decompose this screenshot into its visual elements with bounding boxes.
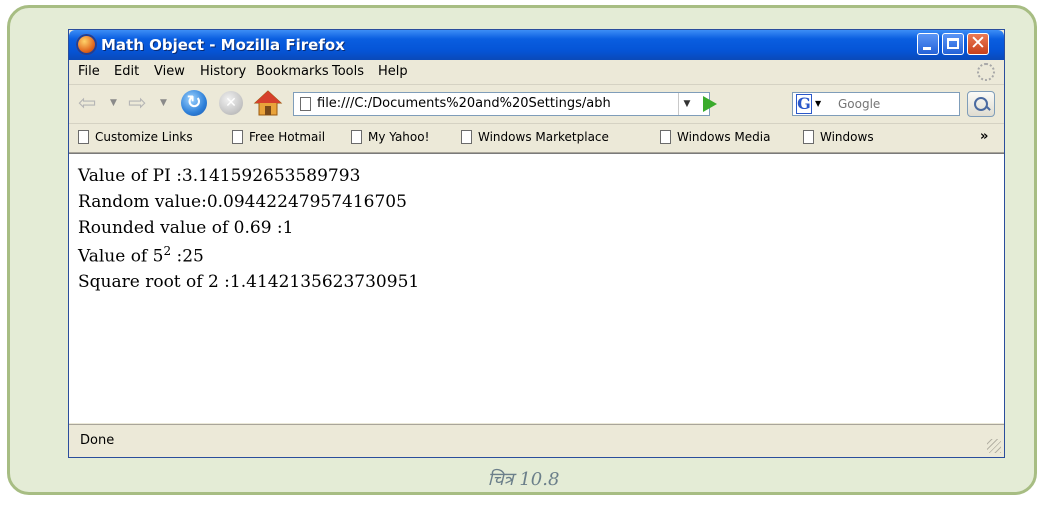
figure-caption: चित्र 10.8 <box>487 469 560 490</box>
menu-tools[interactable]: Tools <box>332 64 364 79</box>
firefox-icon <box>76 34 97 55</box>
url-text[interactable]: file:///C:/Documents%20and%20Settings/ab… <box>317 96 672 111</box>
back-arrow-icon[interactable]: ⇦ <box>78 93 96 115</box>
activity-throbber-icon <box>977 63 995 81</box>
page-icon <box>351 130 362 144</box>
bookmark-label: My Yahoo! <box>368 130 430 144</box>
random-label: Random value: <box>78 192 207 212</box>
bookmark-label: Customize Links <box>95 130 193 144</box>
bookmark-label: Windows Marketplace <box>478 130 609 144</box>
page-icon <box>803 130 814 144</box>
home-icon[interactable] <box>253 89 283 117</box>
sqrt-value: 1.4142135623730951 <box>229 272 420 292</box>
menu-bookmarks[interactable]: Bookmarks <box>256 64 329 79</box>
pi-line: Value of PI :3.141592653589793 <box>78 166 360 186</box>
sqrt-label: Square root of 2 : <box>78 272 230 292</box>
page-icon <box>232 130 243 144</box>
bookmarks-toolbar: Customize Links Free Hotmail My Yahoo! W… <box>69 124 1004 153</box>
bookmark-label: Windows <box>820 130 874 144</box>
rounded-label: Rounded value of 0.69 : <box>78 218 283 238</box>
random-value: 0.09442247957416705 <box>206 192 407 212</box>
bookmarks-overflow-chevron-icon[interactable]: » <box>980 129 988 144</box>
rounded-line: Rounded value of 0.69 :1 <box>78 218 294 238</box>
pi-label: Value of PI : <box>78 166 182 186</box>
power-line: Value of 52 :25 <box>78 244 204 267</box>
close-icon: ✕ <box>970 32 986 54</box>
power-value: :25 <box>171 246 204 267</box>
window-title: Math Object - Mozilla Firefox <box>101 36 345 54</box>
page-content: Value of PI :3.141592653589793 Random va… <box>69 153 1004 423</box>
search-input[interactable] <box>832 92 960 116</box>
menu-bar: File Edit View History Bookmarks Tools H… <box>69 60 1004 85</box>
minimize-button[interactable] <box>917 33 939 55</box>
bookmark-label: Windows Media <box>677 130 771 144</box>
resize-grip-icon[interactable] <box>987 439 1001 453</box>
search-engine-selector[interactable]: G ▼ <box>792 92 833 116</box>
browser-window: Math Object - Mozilla Firefox ✕ File Edi… <box>68 29 1005 458</box>
search-icon-handle <box>985 105 991 111</box>
go-icon[interactable] <box>703 96 717 112</box>
sqrt-line: Square root of 2 :1.4142135623730951 <box>78 272 419 292</box>
back-history-dropdown-icon[interactable]: ▼ <box>110 98 117 108</box>
search-button[interactable] <box>967 91 995 117</box>
bookmark-label: Free Hotmail <box>249 130 326 144</box>
maximize-button[interactable] <box>942 33 964 55</box>
engine-dropdown-icon: ▼ <box>815 99 822 108</box>
navigation-toolbar: ⇦ ▼ ⇨ ▼ ↻ ✕ file:///C:/Documents%20and%2… <box>69 85 1004 124</box>
stop-icon[interactable]: ✕ <box>219 91 243 115</box>
menu-view[interactable]: View <box>154 64 185 79</box>
menu-history[interactable]: History <box>200 64 246 79</box>
google-icon: G <box>796 94 812 114</box>
power-exponent: 2 <box>163 244 172 258</box>
pi-value: 3.141592653589793 <box>181 166 361 186</box>
random-line: Random value:0.09442247957416705 <box>78 192 407 212</box>
status-text: Done <box>80 433 115 448</box>
page-icon <box>300 97 311 111</box>
url-dropdown-icon[interactable]: ▼ <box>678 93 695 115</box>
rounded-value: 1 <box>282 218 294 238</box>
menu-file[interactable]: File <box>78 64 100 79</box>
menu-edit[interactable]: Edit <box>114 64 139 79</box>
menu-help[interactable]: Help <box>378 64 408 79</box>
address-bar[interactable]: file:///C:/Documents%20and%20Settings/ab… <box>293 92 717 116</box>
maximize-icon <box>947 38 959 49</box>
forward-history-dropdown-icon[interactable]: ▼ <box>160 98 167 108</box>
close-button[interactable]: ✕ <box>967 32 989 55</box>
title-bar: Math Object - Mozilla Firefox ✕ <box>69 30 1004 60</box>
page-icon <box>461 130 472 144</box>
status-bar: Done <box>69 424 1004 457</box>
forward-arrow-icon[interactable]: ⇨ <box>128 93 146 115</box>
page-icon <box>78 130 89 144</box>
page-icon <box>660 130 671 144</box>
power-label: Value of 5 <box>78 246 164 267</box>
reload-icon[interactable]: ↻ <box>181 90 207 116</box>
minimize-icon <box>923 47 931 50</box>
